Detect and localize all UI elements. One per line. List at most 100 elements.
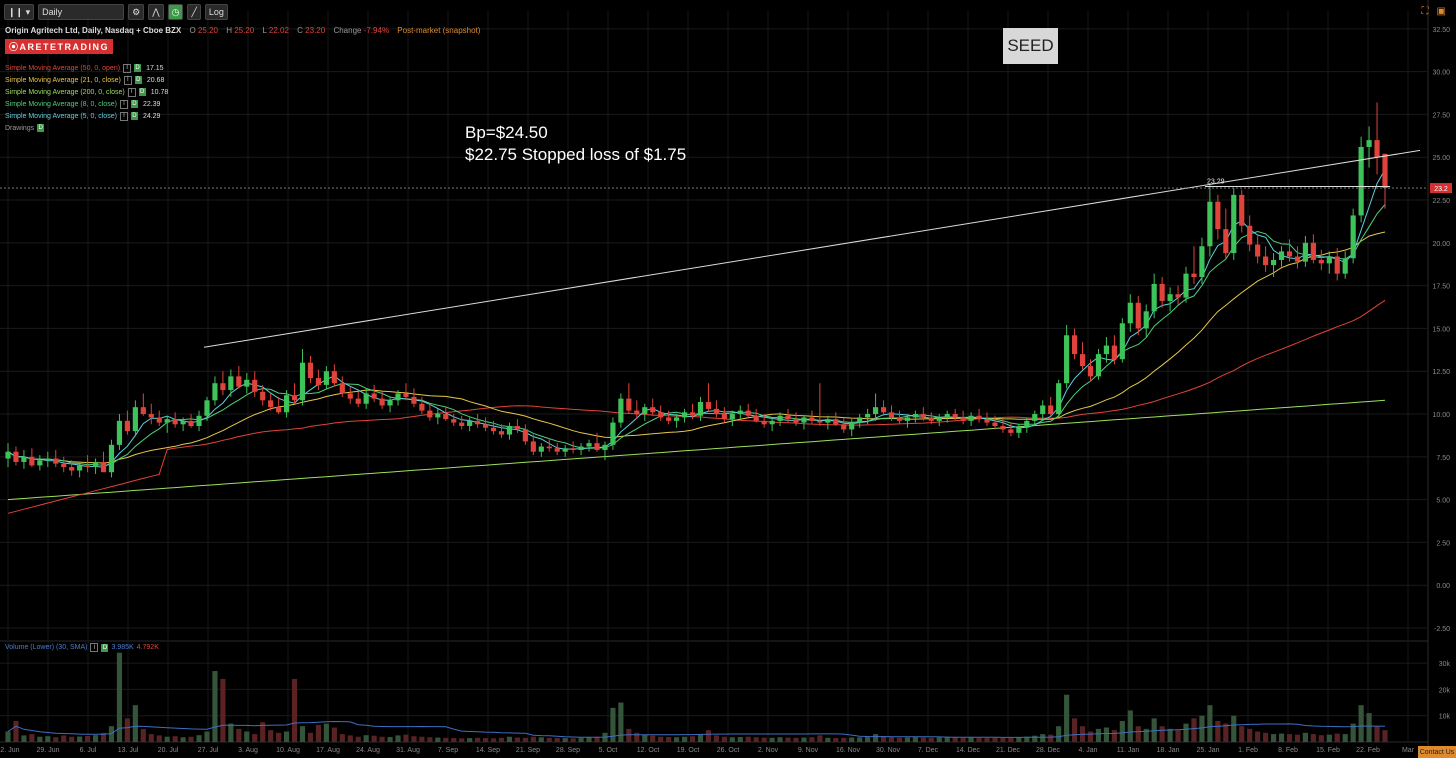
- log-scale-icon[interactable]: Log: [204, 4, 228, 20]
- time-tick-label: 11. Jan: [1117, 747, 1140, 754]
- volume-value-2: 4.792K: [136, 644, 159, 651]
- volume-bar: [276, 732, 282, 742]
- chart-style-button[interactable]: ❙❙ ▾: [4, 4, 35, 20]
- volume-bar: [920, 737, 926, 742]
- candle-body: [610, 422, 616, 445]
- volume-bar: [809, 737, 815, 742]
- volume-bar: [1263, 732, 1269, 742]
- study-sma50[interactable]: Simple Moving Average (50, 0, open) I D …: [5, 62, 168, 74]
- drawings-item[interactable]: Drawings D: [5, 122, 168, 134]
- candle-body: [1103, 345, 1110, 355]
- candle-body: [1302, 242, 1308, 262]
- chart-canvas[interactable]: -2.50 0.00 2.50 5.00 7.50 10.00 12.50 15.00 17.5…: [0, 0, 1456, 758]
- candle-body: [1247, 225, 1253, 245]
- candle-body: [761, 420, 767, 425]
- candle-body: [1111, 345, 1117, 360]
- candle-body: [713, 408, 719, 415]
- drawings-data-icon[interactable]: D: [37, 124, 45, 132]
- time-tick-label: 12. Oct: [637, 747, 660, 754]
- study-data-icon[interactable]: D: [130, 112, 138, 120]
- candle-body: [1000, 426, 1006, 430]
- candle-body: [530, 441, 536, 452]
- volume-bar: [283, 731, 290, 742]
- volume-bar: [729, 737, 735, 742]
- candle-body: [29, 456, 35, 466]
- contact-us-button[interactable]: Contact Us: [1418, 746, 1456, 758]
- candle-body: [825, 419, 831, 423]
- volume-bar: [514, 737, 520, 742]
- volume-bar: [538, 737, 544, 742]
- candle-body: [1342, 258, 1348, 274]
- study-value: 10.78: [150, 88, 169, 96]
- study-sma5[interactable]: Simple Moving Average (5, 0, close) I D …: [5, 110, 168, 122]
- interval-select[interactable]: Daily: [38, 4, 125, 20]
- clock-icon[interactable]: ◷: [167, 4, 184, 20]
- time-tick-label: Mar: [1402, 747, 1415, 754]
- volume-bar: [1310, 734, 1316, 742]
- volume-bar: [61, 735, 67, 742]
- time-tick-label: 8. Feb: [1278, 747, 1298, 754]
- volume-value-1: 3.985K: [111, 644, 134, 651]
- candle-body: [1374, 140, 1380, 158]
- volume-bar: [180, 737, 186, 742]
- time-tick-label: 28. Dec: [1036, 747, 1061, 754]
- study-data-icon[interactable]: D: [134, 76, 142, 84]
- volume-bar: [451, 738, 457, 742]
- time-tick-label: 5. Oct: [599, 747, 618, 754]
- volume-bar: [769, 737, 775, 742]
- candle-body: [1143, 311, 1149, 329]
- candle-body: [920, 414, 926, 418]
- trendline-icon[interactable]: ╱: [187, 4, 201, 20]
- camera-icon[interactable]: ▣: [1437, 6, 1446, 17]
- volume-bar: [1382, 730, 1388, 742]
- time-tick-label: 27. Jul: [198, 747, 219, 754]
- candle-body: [1087, 366, 1094, 377]
- candle-body: [124, 420, 130, 432]
- study-data-icon[interactable]: D: [134, 64, 142, 72]
- study-info-icon[interactable]: I: [127, 87, 136, 97]
- study-info-icon[interactable]: I: [119, 99, 128, 109]
- candle-body: [69, 467, 75, 471]
- candle-body: [1326, 256, 1332, 264]
- candle-body: [371, 393, 377, 399]
- close-label: C: [297, 26, 303, 35]
- volume-bar: [172, 736, 178, 742]
- candle-body: [1191, 273, 1197, 278]
- volume-info-icon[interactable]: I: [90, 643, 99, 652]
- study-info-icon[interactable]: I: [123, 75, 132, 85]
- volume-bar: [681, 736, 688, 742]
- study-data-icon[interactable]: D: [138, 88, 146, 96]
- volume-bar: [586, 737, 592, 742]
- candle-body: [435, 414, 441, 418]
- candle-body: [857, 417, 863, 423]
- study-sma200[interactable]: Simple Moving Average (200, 0, close) I …: [5, 86, 168, 98]
- study-info-icon[interactable]: I: [123, 63, 132, 73]
- candle-body: [1040, 405, 1046, 415]
- volume-bar: [1087, 731, 1094, 742]
- settings-icon[interactable]: ⚙: [128, 4, 145, 20]
- study-sma21[interactable]: Simple Moving Average (21, 0, close) I D…: [5, 74, 168, 86]
- price-tick-label: 17.50: [1432, 284, 1450, 291]
- volume-bar: [395, 735, 401, 742]
- study-data-icon[interactable]: D: [130, 100, 138, 108]
- time-tick-label: 6. Jul: [80, 747, 97, 754]
- volume-data-icon[interactable]: D: [101, 643, 109, 652]
- low-value: 22.02: [268, 26, 289, 35]
- price-tick-label: 5.00: [1436, 498, 1450, 505]
- draw-tool-icon[interactable]: ⋀: [148, 4, 164, 20]
- study-sma8[interactable]: Simple Moving Average (8, 0, close) I D …: [5, 98, 168, 110]
- volume-bar: [1247, 728, 1253, 742]
- volume-bar: [642, 734, 648, 742]
- fullscreen-icon[interactable]: ⛶: [1422, 6, 1429, 17]
- volume-label: Volume (Lower) (30, SMA): [5, 644, 88, 651]
- volume-bar: [85, 735, 91, 742]
- volume-bar: [29, 734, 35, 742]
- volume-bar: [1119, 720, 1125, 742]
- time-tick-label: 7. Dec: [918, 747, 939, 754]
- volume-legend: Volume (Lower) (30, SMA) I D 3.985K 4.79…: [5, 643, 159, 652]
- study-info-icon[interactable]: I: [119, 111, 128, 121]
- candle-body: [809, 417, 815, 421]
- volume-bar: [498, 737, 505, 742]
- candle-body: [1318, 259, 1324, 264]
- volume-bar: [355, 736, 361, 742]
